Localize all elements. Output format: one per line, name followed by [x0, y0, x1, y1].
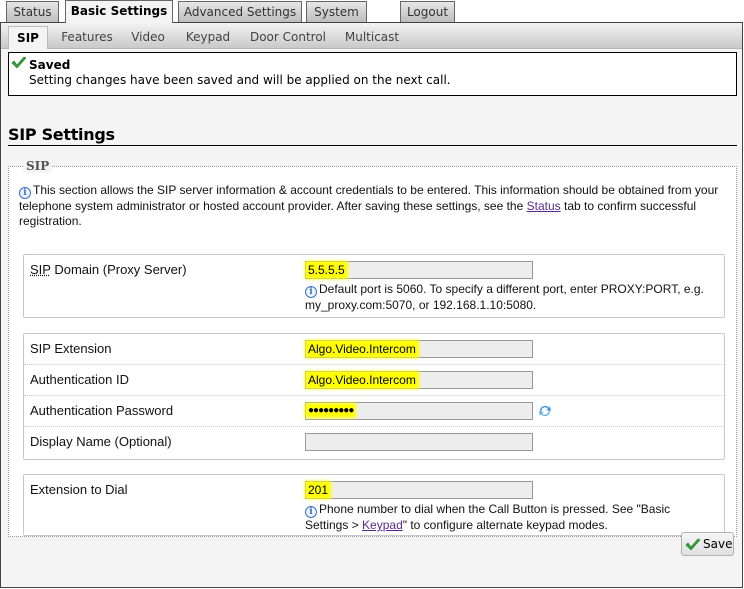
- tab-advanced-settings[interactable]: Advanced Settings: [178, 1, 302, 22]
- sip-fieldset: SIP i This section allows the SIP server …: [8, 159, 737, 537]
- sip-extension-row: SIP Extension Algo.Video.Intercom: [24, 334, 724, 365]
- page-title: SIP Settings: [8, 125, 737, 146]
- tab-basic-settings[interactable]: Basic Settings: [65, 0, 173, 23]
- status-link[interactable]: Status: [527, 199, 561, 213]
- auth-id-input[interactable]: Algo.Video.Intercom: [305, 371, 533, 389]
- sip-extension-label: SIP Extension: [30, 341, 112, 356]
- extension-to-dial-help: i Phone number to dial when the Call Butt…: [305, 502, 715, 533]
- sip-domain-value: 5.5.5.5: [307, 263, 346, 277]
- credentials-group: SIP Extension Algo.Video.Intercom Authen…: [23, 333, 725, 460]
- auth-id-value: Algo.Video.Intercom: [307, 373, 417, 387]
- extension-to-dial-row: Extension to Dial 201 i Phone number to d…: [24, 475, 724, 535]
- content-frame: SIP Features Video Keypad Door Control M…: [0, 22, 743, 588]
- sip-extension-value: Algo.Video.Intercom: [307, 342, 417, 356]
- auth-id-row: Authentication ID Algo.Video.Intercom: [24, 365, 724, 396]
- extension-to-dial-label: Extension to Dial: [30, 482, 128, 497]
- tab-system[interactable]: System: [306, 1, 367, 22]
- sip-domain-label: SIP Domain (Proxy Server): [30, 262, 187, 277]
- sip-domain-group: SIP Domain (Proxy Server) 5.5.5.5 i Defau…: [23, 254, 725, 318]
- sip-domain-row: SIP Domain (Proxy Server) 5.5.5.5 i Defau…: [24, 255, 724, 317]
- info-icon: i: [305, 506, 317, 518]
- auth-password-label: Authentication Password: [30, 403, 174, 418]
- info-icon: i: [305, 286, 317, 298]
- checkmark-icon: [11, 56, 27, 69]
- sip-domain-help-text: Default port is 5060. To specify a diffe…: [305, 282, 704, 312]
- subtab-keypad[interactable]: Keypad: [181, 26, 235, 49]
- extension-to-dial-value: 201: [307, 483, 330, 497]
- main-nav-tabs: Status Basic Settings Advanced Settings …: [0, 0, 744, 23]
- display-name-label: Display Name (Optional): [30, 434, 172, 449]
- saved-notice: Saved Setting changes have been saved an…: [8, 52, 737, 96]
- auth-id-label: Authentication ID: [30, 372, 130, 387]
- extension-to-dial-input[interactable]: 201: [305, 481, 533, 499]
- saved-message: Setting changes have been saved and will…: [29, 73, 451, 87]
- sip-extension-input[interactable]: Algo.Video.Intercom: [305, 340, 533, 358]
- auth-password-row: Authentication Password ●●●●●●●●●: [24, 396, 724, 427]
- sip-abbr: SIP: [30, 262, 51, 277]
- refresh-icon[interactable]: [537, 403, 553, 419]
- subtab-video[interactable]: Video: [125, 26, 171, 49]
- fieldset-legend: SIP: [23, 159, 53, 173]
- display-name-input[interactable]: [305, 433, 533, 451]
- sip-domain-input[interactable]: 5.5.5.5: [305, 261, 533, 279]
- checkmark-icon: [685, 538, 701, 551]
- auth-password-input[interactable]: ●●●●●●●●●: [305, 402, 533, 420]
- extension-to-dial-group: Extension to Dial 201 i Phone number to d…: [23, 474, 725, 536]
- save-label: Save: [703, 537, 733, 551]
- save-button[interactable]: Save: [681, 532, 734, 556]
- info-icon: i: [19, 187, 31, 199]
- keypad-link[interactable]: Keypad: [362, 518, 403, 532]
- auth-password-value: ●●●●●●●●●: [307, 405, 354, 416]
- help-text-part: " to configure alternate keypad modes.: [402, 518, 608, 532]
- tab-logout[interactable]: Logout: [400, 1, 455, 22]
- sip-domain-label-text: Domain (Proxy Server): [50, 262, 187, 277]
- saved-title: Saved: [29, 58, 71, 72]
- sip-domain-help: i Default port is 5060. To specify a diff…: [305, 282, 715, 313]
- subtab-sip[interactable]: SIP: [8, 26, 48, 49]
- sub-nav-tabs: SIP Features Video Keypad Door Control M…: [1, 23, 742, 49]
- subtab-door-control[interactable]: Door Control: [246, 26, 330, 49]
- display-name-row: Display Name (Optional): [24, 427, 724, 458]
- subtab-multicast[interactable]: Multicast: [341, 26, 403, 49]
- subtab-features[interactable]: Features: [56, 26, 118, 49]
- section-info: i This section allows the SIP server info…: [19, 183, 731, 229]
- tab-status[interactable]: Status: [6, 1, 59, 22]
